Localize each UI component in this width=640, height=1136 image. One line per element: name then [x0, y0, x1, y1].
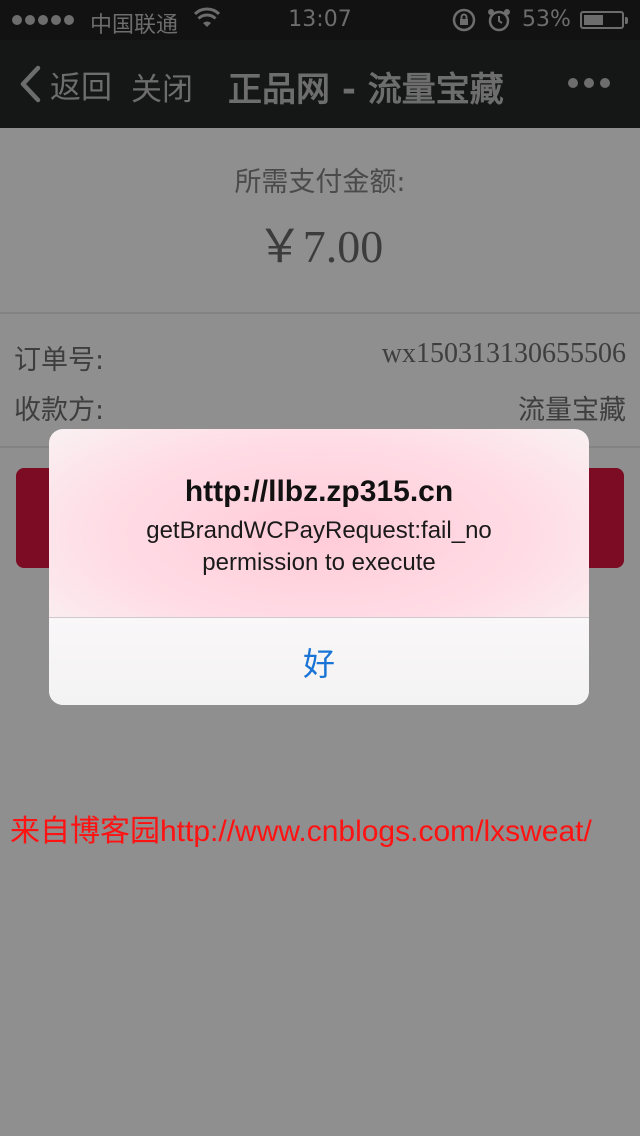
- back-button[interactable]: 返回: [18, 64, 112, 106]
- amount-label: 所需支付金额:: [234, 167, 406, 198]
- page-title: 正品网 - 流量宝藏: [228, 70, 504, 110]
- payee-value: 流量宝藏: [518, 395, 626, 426]
- order-number-value: wx150313130655506: [381, 338, 626, 369]
- chevron-left-icon: [20, 65, 41, 103]
- close-button[interactable]: 关闭: [131, 64, 193, 109]
- amount-section: 所需支付金额: ￥7.00: [0, 128, 640, 314]
- alert-dialog: http://llbz.zp315.cn getBrandWCPayReques…: [49, 429, 589, 705]
- watermark: 来自博客园http://www.cnblogs.com/lxsweat/: [10, 815, 592, 848]
- nav-bar: 返回 关闭 正品网 - 流量宝藏: [0, 40, 640, 128]
- alert-message: getBrandWCPayRequest:fail_no permission …: [69, 515, 569, 579]
- order-number-row: 订单号: wx150313130655506: [14, 338, 626, 378]
- amount-value: ￥7.00: [256, 221, 384, 272]
- alert-title: http://llbz.zp315.cn: [184, 475, 454, 508]
- alert-message-line-2: permission to execute: [202, 549, 436, 576]
- order-number-label: 订单号:: [14, 345, 105, 376]
- payee-row: 收款方: 流量宝藏: [14, 388, 626, 428]
- alert-message-line-1: getBrandWCPayRequest:fail_no: [146, 517, 492, 544]
- battery-icon: [580, 11, 628, 29]
- battery-percent: 53%: [522, 7, 571, 32]
- more-dots-icon[interactable]: [568, 78, 610, 88]
- ok-button[interactable]: 好: [49, 618, 589, 705]
- rotation-lock-icon: [452, 8, 476, 32]
- payee-label: 收款方:: [14, 395, 105, 426]
- back-label: 返回: [50, 69, 112, 106]
- status-bar: 中国联通 13:07 53%: [0, 0, 640, 40]
- order-info: 订单号: wx150313130655506 收款方: 流量宝藏: [0, 314, 640, 448]
- alarm-icon: [488, 9, 510, 32]
